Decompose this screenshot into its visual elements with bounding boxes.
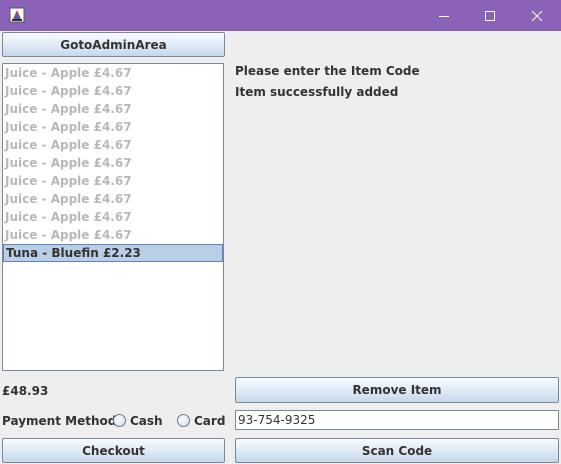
checkout-label: Checkout — [82, 443, 145, 458]
list-item-selected[interactable]: Tuna - Bluefin £2.23 — [3, 244, 223, 262]
basket-item-list[interactable]: Juice - Apple £4.67 Juice - Apple £4.67 Ju… — [2, 63, 224, 371]
close-button[interactable] — [514, 0, 560, 31]
list-item[interactable]: Juice - Apple £4.67 — [3, 136, 223, 154]
goto-admin-area-label: GotoAdminArea — [60, 37, 167, 52]
payment-method-label: Payment Method: — [2, 414, 122, 428]
list-item[interactable]: Juice - Apple £4.67 — [3, 154, 223, 172]
card-radio[interactable] — [177, 414, 190, 427]
list-item[interactable]: Juice - Apple £4.67 — [3, 118, 223, 136]
checkout-button[interactable]: Checkout — [2, 438, 225, 463]
list-item[interactable]: Juice - Apple £4.67 — [3, 208, 223, 226]
minimize-button[interactable] — [421, 0, 467, 31]
list-item[interactable]: Juice - Apple £4.67 — [3, 100, 223, 118]
list-item[interactable]: Juice - Apple £4.67 — [3, 172, 223, 190]
cash-radio[interactable] — [113, 414, 126, 427]
scan-code-button[interactable]: Scan Code — [235, 438, 559, 463]
status-message: Item successfully added — [235, 85, 399, 99]
maximize-button[interactable] — [467, 0, 513, 31]
goto-admin-area-button[interactable]: GotoAdminArea — [2, 32, 225, 57]
list-item[interactable]: Juice - Apple £4.67 — [3, 64, 223, 82]
list-item[interactable]: Juice - Apple £4.67 — [3, 190, 223, 208]
remove-item-label: Remove Item — [352, 383, 442, 397]
maximize-icon — [484, 10, 496, 22]
title-bar[interactable] — [0, 0, 561, 31]
list-item[interactable]: Juice - Apple £4.67 — [3, 226, 223, 244]
java-app-icon — [9, 7, 25, 23]
basket-total: £48.93 — [2, 384, 49, 398]
list-item[interactable]: Juice - Apple £4.67 — [3, 82, 223, 100]
card-radio-label[interactable]: Card — [194, 414, 225, 428]
scan-code-label: Scan Code — [361, 443, 433, 458]
cash-radio-label[interactable]: Cash — [130, 414, 163, 428]
item-code-input[interactable] — [235, 410, 559, 430]
remove-item-button[interactable]: Remove Item — [235, 377, 559, 403]
minimize-icon — [438, 10, 450, 22]
item-code-prompt: Please enter the Item Code — [235, 64, 420, 78]
close-icon — [531, 10, 543, 22]
